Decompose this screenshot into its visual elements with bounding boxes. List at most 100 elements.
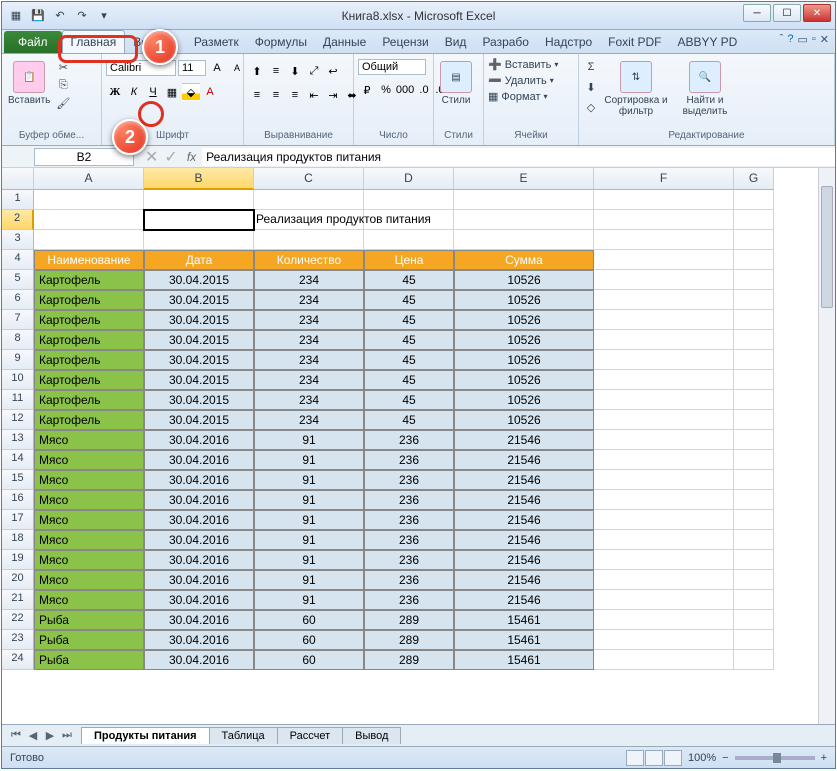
table-cell-name[interactable]: Рыба (34, 650, 144, 670)
underline-button[interactable]: Ч (144, 83, 162, 101)
table-cell[interactable]: 236 (364, 570, 454, 590)
table-cell[interactable]: 91 (254, 450, 364, 470)
italic-button[interactable]: К (125, 83, 143, 101)
styles-button[interactable]: ▤ Стили (438, 59, 474, 108)
table-cell[interactable]: 30.04.2016 (144, 630, 254, 650)
spreadsheet-grid[interactable]: ABCDEFG12Реализация продуктов питания34Н… (2, 168, 835, 670)
table-cell[interactable]: 30.04.2015 (144, 390, 254, 410)
table-cell[interactable]: 30.04.2016 (144, 450, 254, 470)
table-cell-name[interactable]: Картофель (34, 390, 144, 410)
close-button[interactable]: ✕ (803, 4, 831, 22)
table-cell[interactable]: 45 (364, 350, 454, 370)
maximize-button[interactable]: ☐ (773, 4, 801, 22)
table-cell[interactable]: 30.04.2016 (144, 490, 254, 510)
align-middle-icon[interactable]: ≡ (267, 62, 285, 80)
view-layout-button[interactable] (645, 750, 663, 766)
table-cell[interactable]: 289 (364, 610, 454, 630)
table-cell[interactable]: 30.04.2015 (144, 370, 254, 390)
align-bottom-icon[interactable]: ⬇ (286, 62, 304, 80)
table-cell[interactable]: 10526 (454, 330, 594, 350)
table-cell[interactable]: 234 (254, 390, 364, 410)
sort-filter-button[interactable]: ⇅ Сортировка и фильтр (602, 59, 670, 119)
enter-formula-icon[interactable]: ✓ (161, 147, 180, 167)
orientation-icon[interactable]: ⤢ (305, 62, 323, 80)
col-header-B[interactable]: B (144, 168, 254, 190)
table-cell[interactable]: 236 (364, 590, 454, 610)
table-header[interactable]: Наименование (34, 250, 144, 270)
cells-delete-button[interactable]: ➖Удалить ▾ (488, 73, 554, 88)
table-cell-name[interactable]: Мясо (34, 510, 144, 530)
qat-more-icon[interactable]: ▾ (96, 8, 112, 24)
zoom-in-button[interactable]: + (821, 752, 827, 764)
undo-icon[interactable]: ↶ (52, 8, 68, 24)
table-cell[interactable]: 30.04.2015 (144, 270, 254, 290)
table-cell[interactable]: 91 (254, 490, 364, 510)
zoom-slider[interactable] (735, 756, 815, 760)
table-cell[interactable]: 236 (364, 510, 454, 530)
table-cell[interactable]: 45 (364, 390, 454, 410)
table-cell[interactable]: 30.04.2016 (144, 610, 254, 630)
col-header-F[interactable]: F (594, 168, 734, 190)
help-icon[interactable]: ? (787, 33, 793, 46)
table-cell[interactable]: 234 (254, 370, 364, 390)
table-cell[interactable]: 30.04.2016 (144, 470, 254, 490)
table-cell[interactable]: 10526 (454, 310, 594, 330)
inc-decimal-icon[interactable]: .0 (415, 81, 433, 99)
table-cell[interactable]: 45 (364, 290, 454, 310)
vertical-scrollbar[interactable] (818, 168, 835, 724)
table-cell[interactable]: 234 (254, 410, 364, 430)
sheet-tab-2[interactable]: Рассчет (277, 727, 344, 744)
table-cell[interactable]: 234 (254, 330, 364, 350)
table-cell[interactable]: 21546 (454, 550, 594, 570)
view-normal-button[interactable] (626, 750, 644, 766)
font-color-button[interactable]: A (201, 83, 219, 101)
align-left-icon[interactable]: ≡ (248, 86, 266, 104)
table-cell[interactable]: 289 (364, 630, 454, 650)
font-size-combo[interactable]: 11 (178, 60, 206, 76)
table-cell[interactable]: 15461 (454, 610, 594, 630)
cancel-formula-icon[interactable]: ✕ (142, 147, 161, 167)
bold-button[interactable]: Ж (106, 83, 124, 101)
percent-icon[interactable]: % (377, 81, 395, 99)
copy-icon[interactable]: ⎘ (55, 77, 71, 93)
fx-icon[interactable]: fx (181, 150, 202, 164)
tab-abbyy[interactable]: ABBYY PD (670, 31, 746, 53)
table-cell-name[interactable]: Рыба (34, 630, 144, 650)
table-cell[interactable]: 45 (364, 410, 454, 430)
table-cell[interactable]: 91 (254, 470, 364, 490)
minimize-ribbon-icon[interactable]: ˆ (780, 33, 784, 46)
table-cell[interactable]: 30.04.2016 (144, 430, 254, 450)
table-cell-name[interactable]: Мясо (34, 470, 144, 490)
table-cell-name[interactable]: Картофель (34, 330, 144, 350)
grow-font-icon[interactable]: A (208, 59, 226, 77)
clear-icon[interactable]: ◇ (583, 99, 599, 115)
tab-formulas[interactable]: Формулы (247, 31, 315, 53)
table-cell-name[interactable]: Мясо (34, 570, 144, 590)
table-cell-name[interactable]: Картофель (34, 310, 144, 330)
table-cell[interactable]: 15461 (454, 630, 594, 650)
table-cell[interactable]: 30.04.2016 (144, 530, 254, 550)
table-cell[interactable]: 10526 (454, 370, 594, 390)
cells-insert-button[interactable]: ➕Вставить ▾ (488, 57, 558, 72)
sheet-tab-1[interactable]: Таблица (209, 727, 278, 744)
table-cell[interactable]: 21546 (454, 530, 594, 550)
table-cell[interactable]: 45 (364, 310, 454, 330)
table-cell[interactable]: 30.04.2016 (144, 590, 254, 610)
tab-addins[interactable]: Надстро (537, 31, 600, 53)
table-cell-name[interactable]: Картофель (34, 350, 144, 370)
tab-view[interactable]: Вид (437, 31, 475, 53)
table-cell[interactable]: 234 (254, 290, 364, 310)
autosum-icon[interactable]: Σ (583, 59, 599, 75)
window-min-icon[interactable]: ▭ (797, 33, 807, 46)
table-cell[interactable]: 10526 (454, 350, 594, 370)
table-cell[interactable]: 45 (364, 330, 454, 350)
table-cell-name[interactable]: Картофель (34, 410, 144, 430)
table-cell[interactable]: 60 (254, 610, 364, 630)
border-button[interactable]: ▦ (163, 83, 181, 101)
tab-layout[interactable]: Разметк (186, 31, 247, 53)
view-break-button[interactable] (664, 750, 682, 766)
table-cell[interactable]: 289 (364, 650, 454, 670)
tab-developer[interactable]: Разрабо (474, 31, 537, 53)
table-cell-name[interactable]: Мясо (34, 430, 144, 450)
align-right-icon[interactable]: ≡ (286, 86, 304, 104)
